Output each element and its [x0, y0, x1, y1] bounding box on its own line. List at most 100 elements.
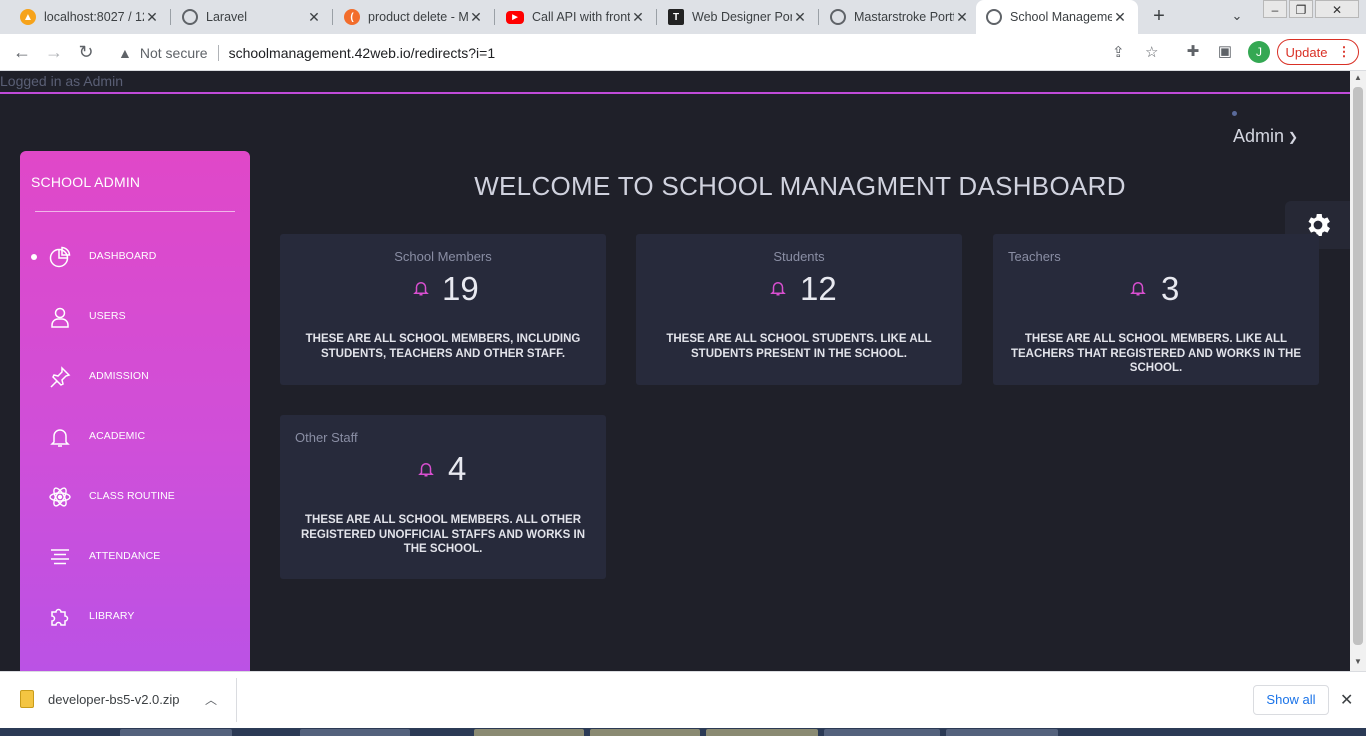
taskbar-app[interactable] — [824, 729, 940, 736]
scrollbar-thumb[interactable] — [1353, 87, 1363, 645]
tab-call-api[interactable]: ▶ Call API with front ✕ — [496, 0, 656, 34]
globe-icon — [830, 9, 846, 25]
close-tab-icon[interactable]: ✕ — [792, 9, 808, 26]
close-tab-icon[interactable]: ✕ — [1112, 9, 1128, 26]
puzzle-icon — [51, 608, 69, 626]
admin-dropdown[interactable]: Admin ❯ — [1233, 126, 1298, 147]
stat-card-school-members: School Members 19 THESE ARE ALL SCHOOL M… — [280, 234, 606, 385]
side-panel-icon[interactable]: ▣ — [1215, 42, 1235, 62]
tab-web-designer[interactable]: T Web Designer Por ✕ — [658, 0, 818, 34]
stackoverflow-favicon-icon: ( — [344, 9, 360, 25]
minimize-button[interactable]: – — [1263, 0, 1287, 18]
close-icon[interactable]: ✕ — [1340, 690, 1353, 710]
sidebar-item-label: DASHBOARD — [89, 250, 157, 262]
bell-icon — [50, 429, 70, 447]
warning-icon[interactable]: ▲ — [118, 45, 132, 61]
card-title: Students — [773, 249, 825, 264]
card-description: THESE ARE ALL SCHOOL MEMBERS. ALL OTHER … — [300, 514, 586, 555]
zip-file-icon — [20, 690, 34, 708]
chevron-up-icon[interactable]: ︿ — [205, 691, 217, 708]
card-title: Teachers — [1008, 249, 1061, 264]
taskbar-app[interactable] — [120, 729, 232, 736]
card-title: School Members — [394, 249, 492, 264]
new-tab-button[interactable]: + — [1148, 5, 1170, 27]
taskbar-app[interactable] — [474, 729, 584, 736]
tab-school-management[interactable]: School Manageme ✕ — [976, 0, 1138, 34]
stat-card-students: Students 12 THESE ARE ALL SCHOOL STUDENT… — [636, 234, 962, 385]
close-tab-icon[interactable]: ✕ — [630, 9, 646, 26]
close-window-button[interactable]: ✕ — [1315, 0, 1359, 18]
sidebar-title: SCHOOL ADMIN — [31, 174, 141, 190]
profile-avatar[interactable]: J — [1248, 41, 1270, 63]
show-all-button[interactable]: Show all — [1253, 685, 1329, 715]
tab-product-delete[interactable]: ( product delete - M ✕ — [334, 0, 494, 34]
tab-title: Mastarstroke Portf — [854, 10, 954, 24]
extensions-puzzle-icon[interactable]: ✚ — [1183, 42, 1203, 62]
sidebar-item-library[interactable]: LIBRARY — [20, 597, 250, 637]
card-count: 19 — [442, 270, 479, 307]
back-button[interactable]: ← — [10, 40, 34, 64]
card-title: Other Staff — [295, 430, 358, 445]
tab-laravel[interactable]: Laravel ✕ — [172, 0, 332, 34]
admin-label: Admin — [1233, 126, 1285, 146]
download-divider — [236, 678, 237, 722]
update-button[interactable]: Update ⋮ — [1277, 39, 1359, 65]
forward-button[interactable]: → — [42, 40, 66, 64]
tab-mastarstroke[interactable]: Mastarstroke Portf ✕ — [820, 0, 980, 34]
sidebar-item-class-routine[interactable]: CLASS ROUTINE — [20, 477, 250, 517]
scroll-down-icon[interactable]: ▼ — [1350, 655, 1366, 669]
share-icon[interactable]: ⇪ — [1112, 43, 1125, 61]
sidebar-item-admission[interactable]: ADMISSION — [20, 357, 250, 397]
sidebar-item-label: LIBRARY — [89, 610, 135, 622]
page-viewport: Logged in as Admin Admin ❯ SCHOOL ADMIN … — [0, 71, 1350, 671]
sidebar-item-dashboard[interactable]: DASHBOARD — [20, 237, 250, 277]
tab-divider — [170, 9, 171, 25]
close-tab-icon[interactable]: ✕ — [144, 9, 160, 26]
tab-title: Web Designer Por — [692, 10, 792, 24]
atom-icon — [49, 487, 71, 507]
sidebar-item-users[interactable]: USERS — [20, 297, 250, 337]
bell-icon — [418, 463, 434, 477]
tab-title: Laravel — [206, 10, 247, 24]
card-description: THESE ARE ALL SCHOOL MEMBERS, INCLUDING … — [305, 333, 581, 360]
tab-divider — [494, 9, 495, 25]
security-label[interactable]: Not secure — [140, 45, 208, 61]
card-count: 3 — [1161, 270, 1180, 307]
page-scrollbar[interactable]: ▲ ▼ — [1350, 71, 1366, 671]
address-bar[interactable]: ▲ Not secure schoolmanagement.42web.io/r… — [108, 38, 1178, 67]
close-tab-icon[interactable]: ✕ — [954, 9, 970, 26]
sidebar-item-label: USERS — [89, 310, 126, 322]
taskbar-app[interactable] — [706, 729, 818, 736]
pie-chart-icon — [49, 246, 71, 268]
scroll-up-icon[interactable]: ▲ — [1350, 71, 1366, 85]
close-tab-icon[interactable]: ✕ — [468, 9, 484, 26]
close-tab-icon[interactable]: ✕ — [306, 9, 322, 26]
reload-button[interactable]: ↻ — [74, 40, 98, 64]
url-text[interactable]: schoolmanagement.42web.io/redirects?i=1 — [229, 45, 496, 61]
pin-icon — [50, 366, 71, 388]
tab-title: School Manageme — [1010, 10, 1112, 24]
tab-localhost[interactable]: ▲ localhost:8027 / 12 ✕ — [10, 0, 170, 34]
taskbar-app[interactable] — [300, 729, 410, 736]
user-icon — [51, 307, 69, 328]
sidebar-item-attendance[interactable]: ATTENDANCE — [20, 537, 250, 577]
download-item[interactable]: developer-bs5-v2.0.zip — [20, 690, 180, 708]
tab-search-chevron-icon[interactable]: ⌄ — [1226, 5, 1248, 27]
maximize-button[interactable]: ❐ — [1289, 0, 1313, 18]
sidebar-item-label: CLASS ROUTINE — [89, 490, 175, 502]
card-description: THESE ARE ALL SCHOOL STUDENTS. LIKE ALL … — [666, 333, 932, 360]
menu-dots-icon: ⋮ — [1337, 44, 1351, 59]
tab-strip: ▲ localhost:8027 / 12 ✕ Laravel ✕ ( prod… — [0, 0, 1366, 34]
phpmyadmin-favicon-icon: ▲ — [20, 9, 36, 25]
address-divider — [217, 44, 219, 61]
logged-in-banner: Logged in as Admin — [0, 71, 1350, 94]
taskbar-app[interactable] — [590, 729, 700, 736]
sidebar-item-label: ACADEMIC — [89, 430, 146, 442]
sidebar-item-academic[interactable]: ACADEMIC — [20, 417, 250, 457]
globe-icon — [182, 9, 198, 25]
chevron-down-icon: ❯ — [1288, 129, 1299, 144]
update-label: Update — [1285, 44, 1328, 60]
taskbar-app[interactable] — [946, 729, 1058, 736]
bookmark-star-icon[interactable]: ☆ — [1145, 43, 1158, 61]
download-bar: developer-bs5-v2.0.zip ︿ Show all ✕ — [0, 671, 1366, 728]
